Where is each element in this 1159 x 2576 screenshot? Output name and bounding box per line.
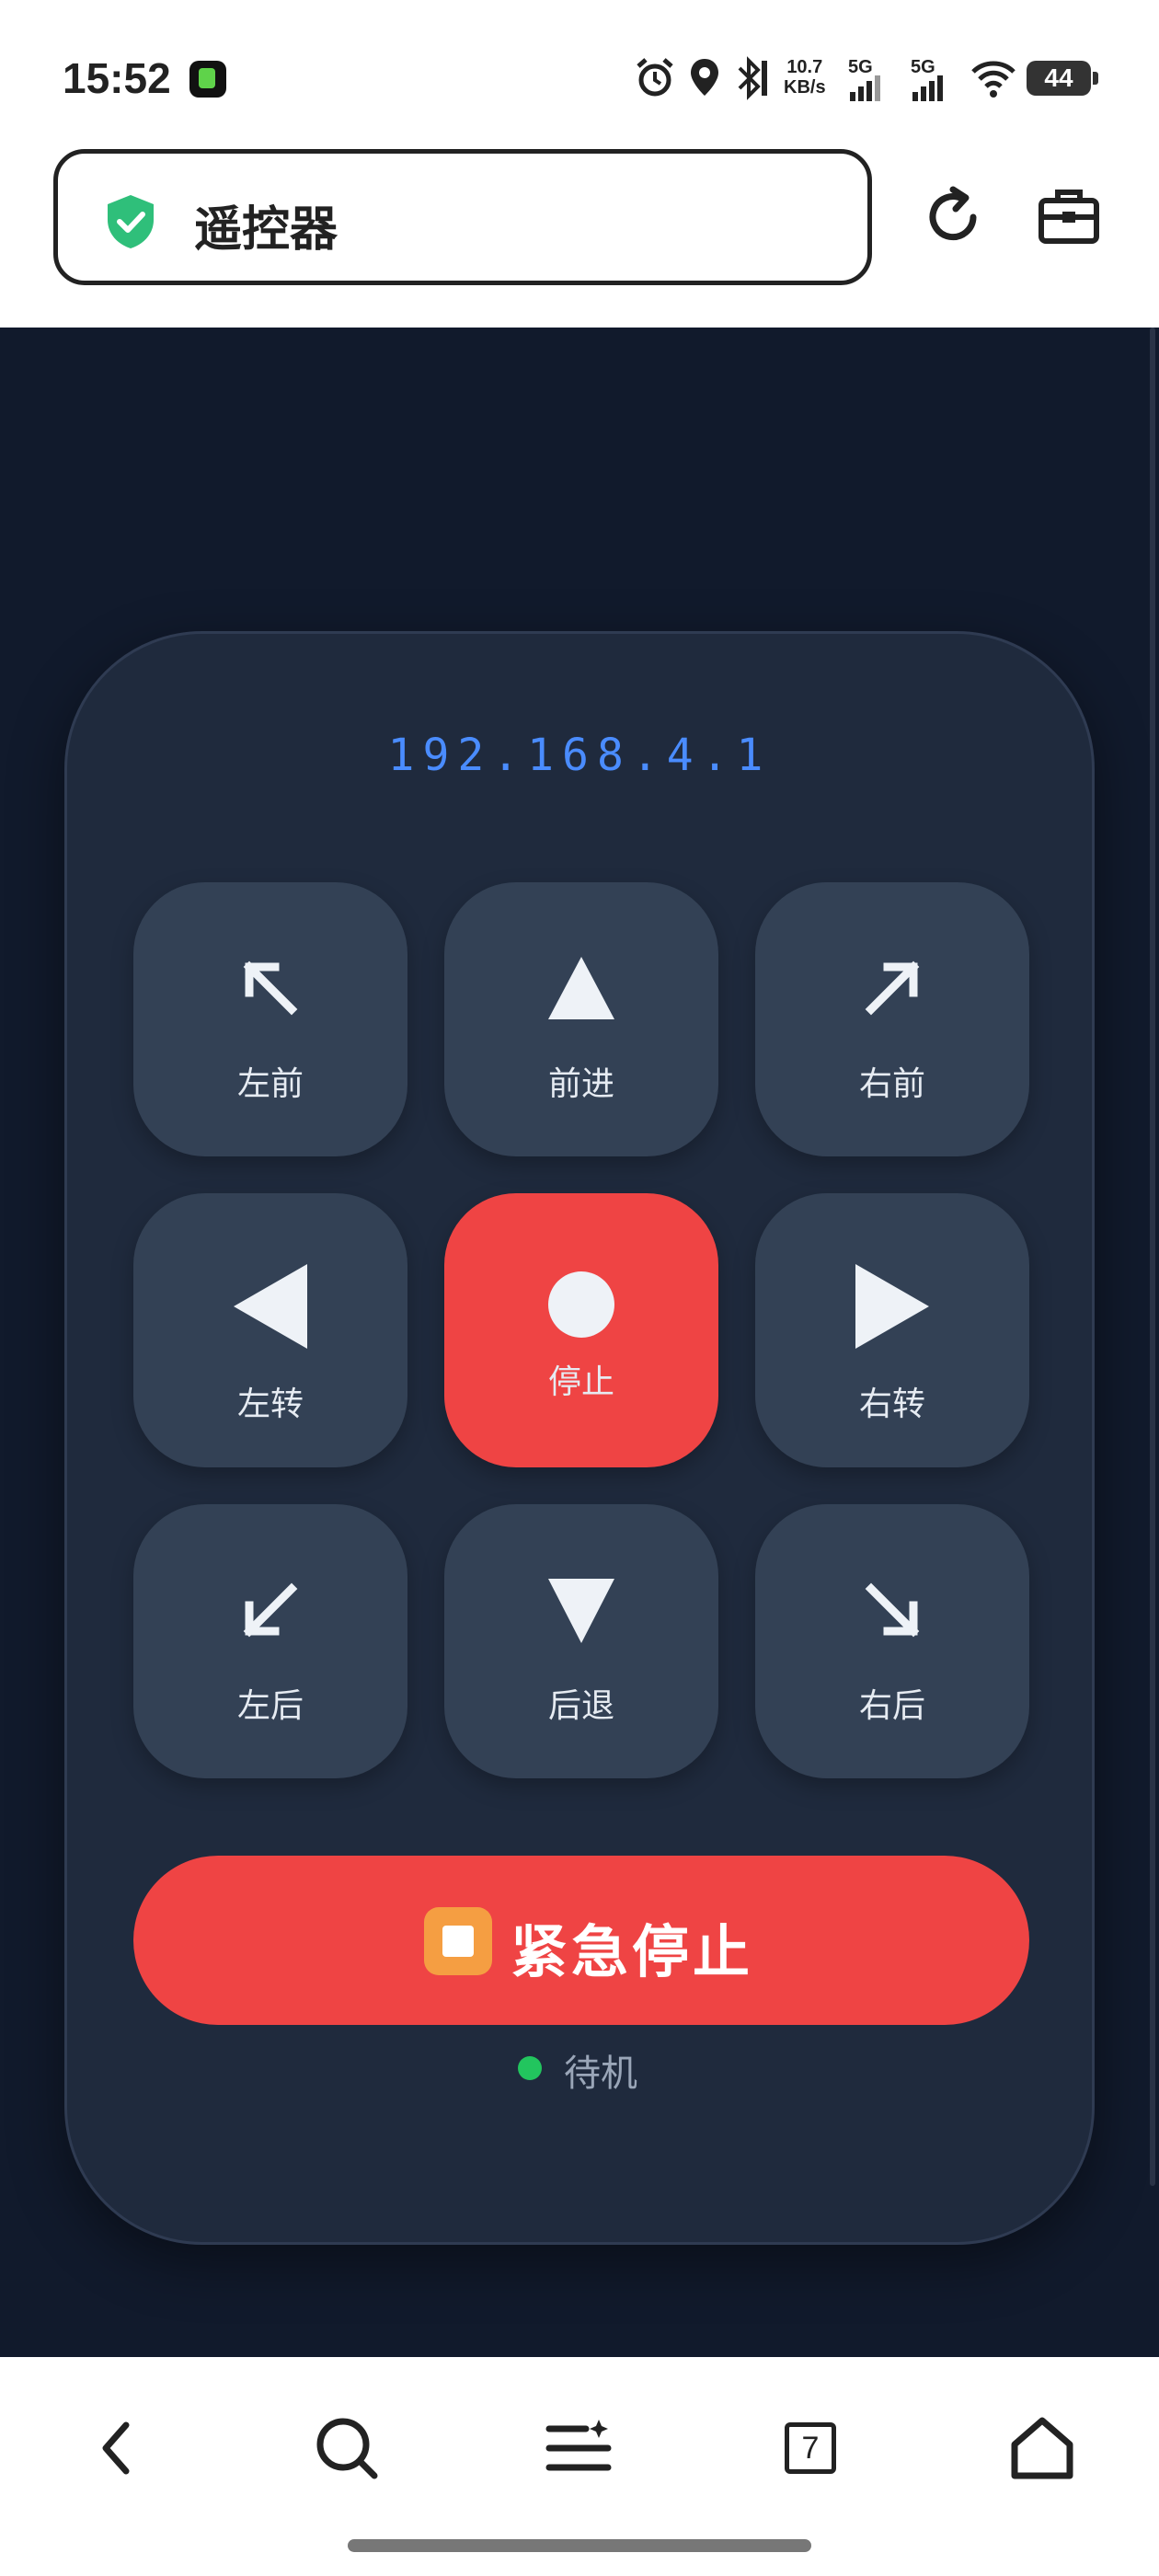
app-notification-icon <box>189 61 226 98</box>
status-indicator <box>518 2056 542 2080</box>
backward-label: 后退 <box>547 1687 614 1725</box>
arrow-up-left-icon <box>243 960 298 1016</box>
triangle-down-icon <box>548 1579 614 1643</box>
stop-square-icon <box>424 1907 492 1975</box>
reload-icon <box>929 186 977 241</box>
tabs-button[interactable]: 7 <box>769 2407 852 2490</box>
remote-control-card: 192.168.4.1 左前 前进 右前 左转 停止 右转 左后 后退 右后 紧… <box>64 631 1095 2245</box>
emergency-stop-button[interactable]: 紧急停止 <box>133 1856 1029 2025</box>
turn-right-label: 右转 <box>858 1386 925 1423</box>
ip-address: 192.168.4.1 <box>387 730 772 781</box>
status-icons: 10.7 KB/s 5G 5G 44 <box>635 55 1104 101</box>
stop-button[interactable]: 停止 <box>444 1193 718 1467</box>
net-speed: 10.7 KB/s <box>784 57 826 98</box>
menu-button[interactable] <box>537 2407 620 2490</box>
search-icon <box>316 2418 378 2479</box>
page-title: 遥控器 <box>194 202 339 258</box>
turn-left-button[interactable]: 左转 <box>133 1193 407 1467</box>
bluetooth-icon <box>738 56 767 100</box>
search-button[interactable] <box>305 2407 388 2490</box>
home-button[interactable] <box>1001 2407 1084 2490</box>
circle-stop-icon <box>548 1271 614 1338</box>
forward-left-label: 左前 <box>236 1065 304 1103</box>
home-icon <box>1011 2417 1073 2479</box>
scrollbar[interactable] <box>1150 328 1155 2186</box>
toolbox-button[interactable] <box>1032 180 1106 254</box>
forward-right-label: 右前 <box>858 1065 925 1103</box>
menu-icon <box>545 2420 612 2471</box>
toolbox-icon <box>1039 190 1099 244</box>
backward-right-label: 右后 <box>858 1687 925 1725</box>
arrow-up-right-icon <box>865 960 920 1016</box>
triangle-up-icon <box>548 957 614 1019</box>
forward-left-button[interactable]: 左前 <box>133 882 407 1156</box>
backward-button[interactable]: 后退 <box>444 1504 718 1778</box>
status-time: 15:52 <box>63 54 171 102</box>
status-bar: 15:52 10.7 KB/s 5G 5G 44 <box>0 0 1159 147</box>
backward-right-button[interactable]: 右后 <box>755 1504 1029 1778</box>
wifi-icon <box>971 61 1016 98</box>
turn-left-label: 左转 <box>236 1386 304 1423</box>
battery-icon: 44 <box>1027 61 1098 96</box>
backward-left-label: 左后 <box>236 1687 304 1725</box>
arrow-down-left-icon <box>243 1582 298 1638</box>
emergency-stop-label: 紧急停止 <box>511 1918 754 1985</box>
location-icon <box>691 59 718 96</box>
back-button[interactable] <box>75 2407 158 2490</box>
turn-right-button[interactable]: 右转 <box>755 1193 1029 1467</box>
reload-button[interactable] <box>916 180 990 254</box>
status-text: 待机 <box>564 2053 637 2095</box>
home-indicator[interactable] <box>348 2539 811 2552</box>
signal-icon <box>912 75 943 101</box>
alarm-icon <box>637 58 673 97</box>
forward-label: 前进 <box>547 1065 614 1103</box>
net-speed-value: 10.7 <box>786 57 823 77</box>
net-speed-unit: KB/s <box>784 77 826 98</box>
triangle-right-icon <box>855 1264 929 1349</box>
arrow-down-right-icon <box>865 1582 920 1638</box>
signal-icon <box>850 75 880 101</box>
address-bar[interactable]: 遥控器 <box>53 149 872 285</box>
back-icon <box>102 2421 130 2475</box>
stop-label: 停止 <box>547 1363 614 1401</box>
backward-left-button[interactable]: 左后 <box>133 1504 407 1778</box>
forward-right-button[interactable]: 右前 <box>755 882 1029 1156</box>
forward-button[interactable]: 前进 <box>444 882 718 1156</box>
shield-check-icon <box>108 195 154 248</box>
triangle-left-icon <box>234 1264 307 1349</box>
tabs-icon: 7 <box>785 2422 836 2474</box>
